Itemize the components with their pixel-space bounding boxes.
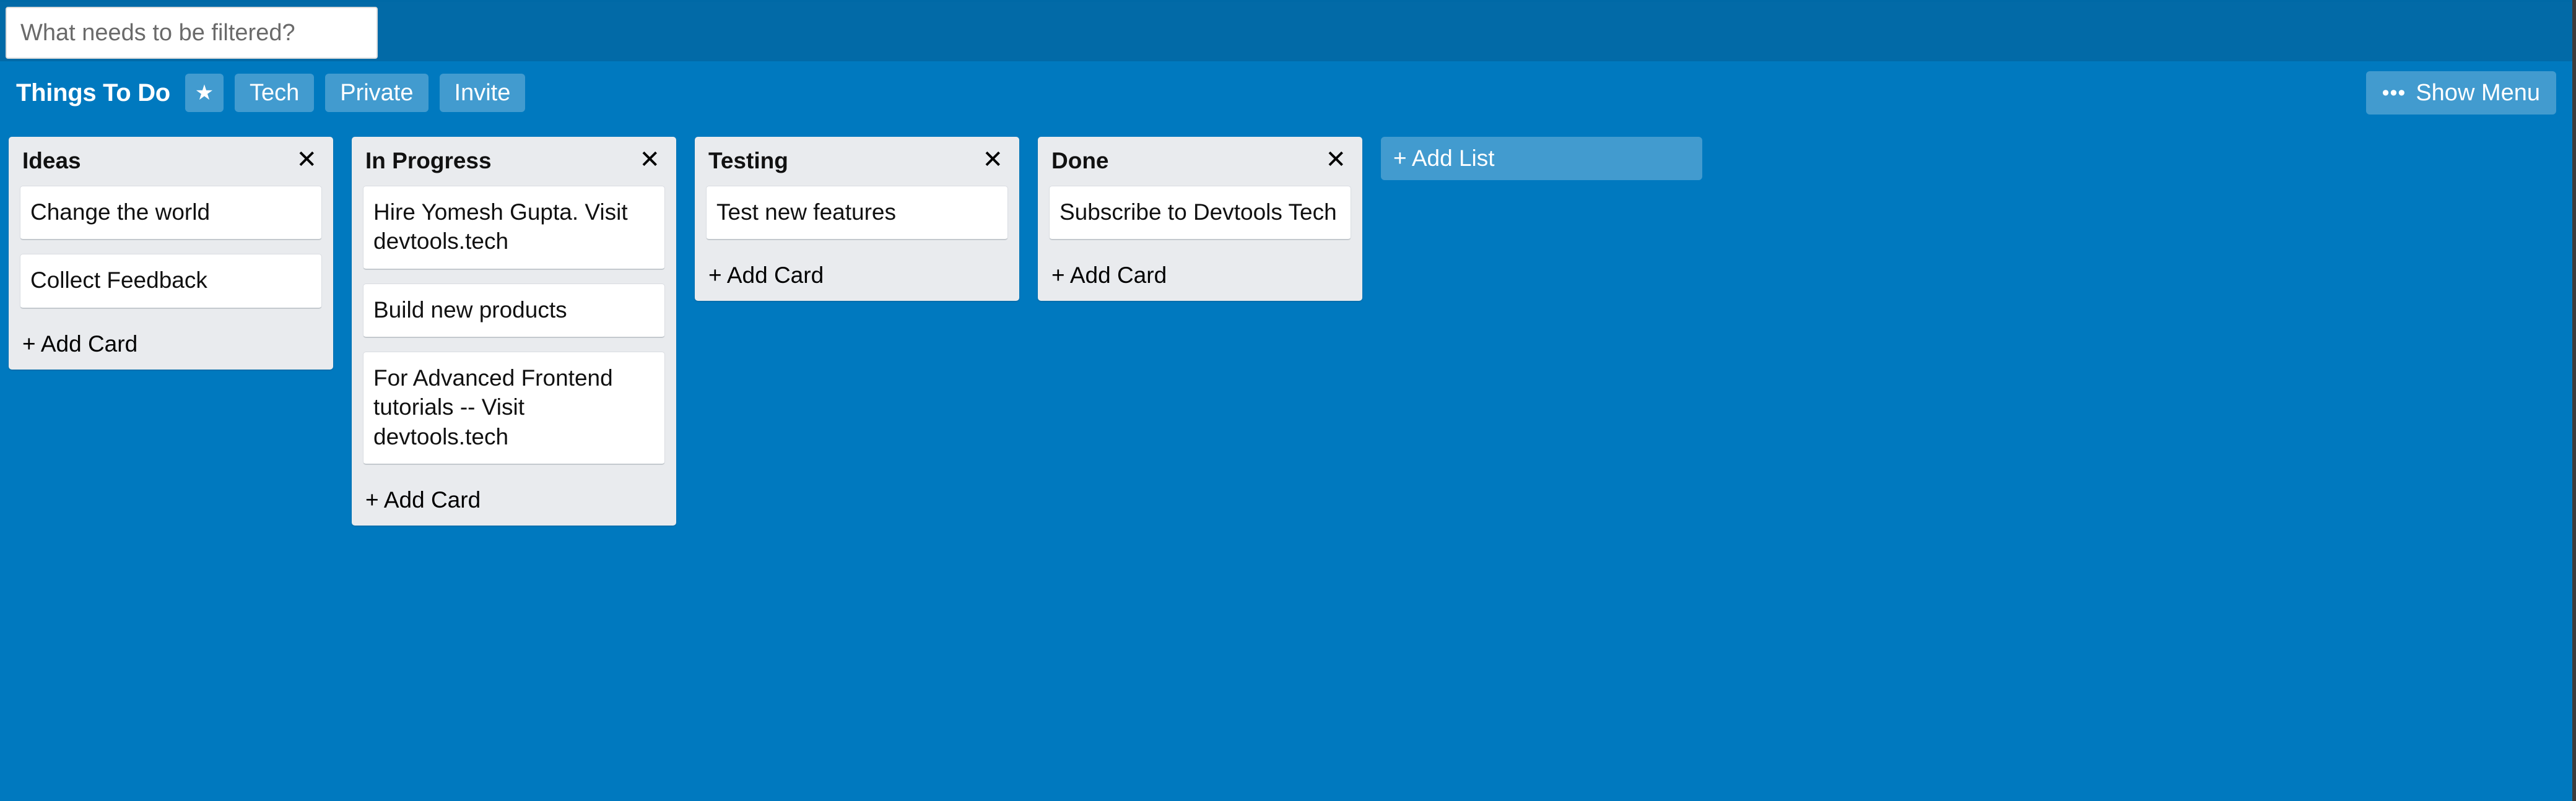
- card-container: Change the world Collect Feedback: [20, 185, 322, 309]
- close-icon[interactable]: ✕: [294, 147, 320, 172]
- list-header: In Progress ✕: [363, 147, 665, 173]
- board-card[interactable]: Test new features: [706, 185, 1008, 241]
- board-title: Things To Do: [16, 79, 170, 106]
- card-container: Hire Yomesh Gupta. Visit devtools.tech B…: [363, 185, 665, 465]
- close-icon[interactable]: ✕: [1323, 147, 1349, 172]
- board-card[interactable]: Collect Feedback: [20, 254, 322, 309]
- board-header-right-group: ••• Show Menu: [2365, 61, 2556, 124]
- list-title: Testing: [708, 148, 788, 173]
- close-icon[interactable]: ✕: [980, 147, 1006, 172]
- add-card-button[interactable]: + Add Card: [363, 478, 665, 516]
- list-title: In Progress: [365, 148, 492, 173]
- board-card[interactable]: Change the world: [20, 185, 322, 241]
- list-title: Ideas: [22, 148, 81, 173]
- list-header: Done ✕: [1049, 147, 1351, 173]
- list-header: Testing ✕: [706, 147, 1008, 173]
- star-button[interactable]: ★: [185, 74, 224, 112]
- board-card[interactable]: Build new products: [363, 283, 665, 338]
- board-header: Things To Do ★ Tech Private Invite ••• S…: [0, 61, 2572, 124]
- board-list: Testing ✕ Test new features + Add Card: [695, 137, 1019, 301]
- card-container: Subscribe to Devtools Tech: [1049, 185, 1351, 241]
- board-card[interactable]: Subscribe to Devtools Tech: [1049, 185, 1351, 241]
- list-title: Done: [1051, 148, 1109, 173]
- board-header-left-group: Things To Do ★ Tech Private Invite: [16, 61, 526, 124]
- add-list-button[interactable]: + Add List: [1381, 137, 1702, 180]
- board-list: Done ✕ Subscribe to Devtools Tech + Add …: [1038, 137, 1362, 301]
- board-card[interactable]: For Advanced Frontend tutorials -- Visit…: [363, 351, 665, 465]
- add-card-button[interactable]: + Add Card: [20, 323, 322, 360]
- board-list: Ideas ✕ Change the world Collect Feedbac…: [9, 137, 333, 370]
- add-card-button[interactable]: + Add Card: [706, 254, 1008, 291]
- close-icon[interactable]: ✕: [637, 147, 663, 172]
- filter-input[interactable]: [6, 7, 378, 59]
- star-icon: ★: [194, 81, 214, 105]
- board-visibility-private-button[interactable]: Private: [325, 74, 429, 112]
- ellipsis-icon: •••: [2382, 81, 2406, 105]
- card-container: Test new features: [706, 185, 1008, 241]
- board-card[interactable]: Hire Yomesh Gupta. Visit devtools.tech: [363, 185, 665, 270]
- list-header: Ideas ✕: [20, 147, 322, 173]
- show-menu-label: Show Menu: [2416, 79, 2540, 106]
- board-list: In Progress ✕ Hire Yomesh Gupta. Visit d…: [352, 137, 676, 526]
- board-canvas: Ideas ✕ Change the world Collect Feedbac…: [0, 124, 2572, 801]
- board-tag-tech-button[interactable]: Tech: [234, 74, 315, 112]
- invite-button[interactable]: Invite: [439, 74, 526, 112]
- add-card-button[interactable]: + Add Card: [1049, 254, 1351, 291]
- filter-bar: [0, 0, 2572, 61]
- show-menu-button[interactable]: ••• Show Menu: [2365, 71, 2556, 115]
